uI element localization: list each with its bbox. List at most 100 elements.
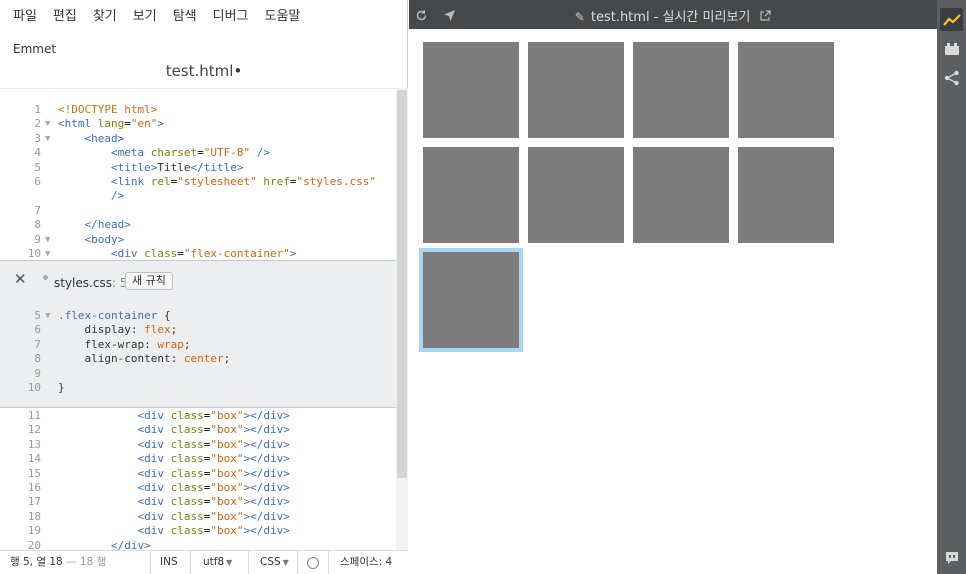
code-text: <div class="box"></div> <box>137 524 290 538</box>
code-text: /> <box>58 189 125 203</box>
code-line[interactable]: 12 <div class="box"></div> <box>0 423 396 437</box>
code-line[interactable]: 19 <div class="box"></div> <box>0 524 396 538</box>
code-line[interactable]: 2 ▼ <html lang="en"> <box>0 117 396 131</box>
preview-box[interactable] <box>738 42 834 138</box>
line-number: 17 <box>27 495 41 509</box>
code-line[interactable]: 6 <link rel="stylesheet" href="styles.cs… <box>0 175 396 189</box>
code-text: <html lang="en"> <box>58 117 164 131</box>
code-line[interactable]: 15 <div class="box"></div> <box>0 467 396 481</box>
code-line[interactable]: 6 display: flex; <box>0 323 396 337</box>
menu-help[interactable]: 도움말 <box>258 0 308 34</box>
preview-toolbar: ✎ test.html - 실시간 미리보기 <box>409 0 937 29</box>
code-line[interactable]: 17 <div class="box"></div> <box>0 495 396 509</box>
encoding-select[interactable]: utf8 ▼ <box>203 551 232 574</box>
file-dot-icon <box>43 275 48 280</box>
preview-box[interactable] <box>423 147 519 243</box>
menu-navigate[interactable]: 탐색 <box>166 0 204 34</box>
code-text: flex-wrap: wrap; <box>84 337 191 351</box>
code-line[interactable]: 18 <div class="box"></div> <box>0 510 396 524</box>
code-text: <div class="box"></div> <box>137 409 290 422</box>
emmet-menu[interactable]: Emmet <box>13 42 56 56</box>
menu-file[interactable]: 파일 <box>6 0 44 34</box>
code-editor-top[interactable]: 1 <!DOCTYPE html> 2 ▼ <html lang="en"> 3 ▼ <he… <box>0 103 396 261</box>
close-inline-editor-button[interactable]: ✕ <box>14 270 27 288</box>
css-code-editor[interactable]: 5 ▼ .flex-container {6 display: flex; 7 fle… <box>0 309 396 395</box>
line-count: — 18 행 <box>62 556 107 568</box>
line-number: 7 <box>34 337 41 351</box>
code-line[interactable]: 13 <div class="box"></div> <box>0 438 396 452</box>
line-number: 13 <box>27 437 41 451</box>
encoding-label: utf8 <box>203 556 225 568</box>
preview-box[interactable] <box>633 42 729 138</box>
code-editor-bottom[interactable]: 11 <div class="box"></div> 12 <div class=… <box>0 409 396 553</box>
code-line[interactable]: 9 <box>0 367 396 381</box>
code-line[interactable]: 11 <div class="box"></div> <box>0 409 396 423</box>
code-line[interactable]: 5 <title>Title</title> <box>0 161 396 175</box>
cursor-column: 18 <box>49 556 63 568</box>
lint-status-icon[interactable] <box>307 557 319 569</box>
editor-scrollbar-thumb[interactable] <box>397 90 407 478</box>
code-line[interactable]: 10} <box>0 381 396 395</box>
code-line[interactable]: 8 </head> <box>0 218 396 232</box>
code-line[interactable]: 4 <meta charset="UTF-8" /> <box>0 146 396 160</box>
code-text: <link rel="stylesheet" href="styles.css" <box>110 174 376 188</box>
fold-arrow-icon[interactable]: ▼ <box>45 233 50 247</box>
line-number: 7 <box>34 203 41 217</box>
inline-editor-file[interactable]: styles.css: 5 <box>54 276 127 290</box>
new-rule-button[interactable]: 새 규칙 <box>125 272 173 290</box>
status-bar: 행 5, 열 18 — 18 행 INS utf8 ▼ CSS ▼ 스페이스: 4 <box>0 550 408 574</box>
code-text: <div class="box"></div> <box>137 480 290 494</box>
status-divider <box>328 551 329 574</box>
fold-arrow-icon[interactable]: ▼ <box>45 117 50 131</box>
indent-setting[interactable]: 스페이스: 4 <box>340 551 392 574</box>
unsaved-indicator: • <box>233 62 243 80</box>
preview-box[interactable] <box>423 42 519 138</box>
code-line[interactable]: 14 <div class="box"></div> <box>0 452 396 466</box>
line-number: 1 <box>34 103 41 116</box>
code-line[interactable]: /> <box>0 189 396 203</box>
preview-box-selected[interactable] <box>419 248 523 352</box>
code-line[interactable]: 9 ▼ <body> <box>0 233 396 247</box>
cursor-position: 행 5, 열 18 — 18 행 <box>10 551 106 574</box>
line-number: 8 <box>34 352 41 366</box>
preview-box[interactable] <box>738 147 834 243</box>
line-number: 15 <box>27 466 41 480</box>
code-text: display: flex; <box>84 323 178 337</box>
code-line[interactable]: 7 flex-wrap: wrap; <box>0 338 396 352</box>
code-line[interactable]: 1 <!DOCTYPE html> <box>0 103 396 117</box>
status-divider <box>150 551 151 574</box>
code-text: <div class="box"></div> <box>137 437 290 451</box>
fold-arrow-icon[interactable]: ▼ <box>45 132 50 146</box>
line-number: 5 <box>34 309 41 322</box>
inline-file-name: styles.css <box>54 276 112 290</box>
code-line[interactable]: 16 <div class="box"></div> <box>0 481 396 495</box>
status-divider <box>248 551 249 574</box>
feedback-icon[interactable] <box>940 546 963 569</box>
menu-edit[interactable]: 편집 <box>46 0 84 34</box>
line-number: 12 <box>27 423 41 437</box>
status-divider <box>297 551 298 574</box>
preview-box[interactable] <box>528 42 624 138</box>
external-link-icon[interactable] <box>755 10 771 24</box>
code-line[interactable]: 7 <box>0 204 396 218</box>
fold-arrow-icon[interactable]: ▼ <box>45 309 50 323</box>
code-line[interactable]: 3 ▼ <head> <box>0 132 396 146</box>
insert-mode-toggle[interactable]: INS <box>160 551 178 574</box>
code-line[interactable]: 5 ▼ .flex-container { <box>0 309 396 323</box>
extensions-icon[interactable] <box>940 37 963 60</box>
line-number: 3 <box>34 131 41 145</box>
live-preview-icon[interactable] <box>940 8 963 31</box>
menu-bar: 파일 편집 찾기 보기 탐색 디버그 도움말 <box>0 0 408 34</box>
share-icon[interactable] <box>940 66 963 89</box>
language-label: CSS <box>260 556 281 568</box>
menu-debug[interactable]: 디버그 <box>206 0 256 34</box>
language-select[interactable]: CSS ▼ <box>260 551 289 574</box>
menu-view[interactable]: 보기 <box>126 0 164 34</box>
code-text: <div class="box"></div> <box>137 423 290 437</box>
pin-icon[interactable]: ✎ <box>575 10 585 24</box>
menu-find[interactable]: 찾기 <box>86 0 124 34</box>
code-line[interactable]: 8 align-content: center; <box>0 352 396 366</box>
preview-box[interactable] <box>633 147 729 243</box>
preview-title-bar: ✎ test.html - 실시간 미리보기 <box>409 6 937 25</box>
preview-box[interactable] <box>528 147 624 243</box>
